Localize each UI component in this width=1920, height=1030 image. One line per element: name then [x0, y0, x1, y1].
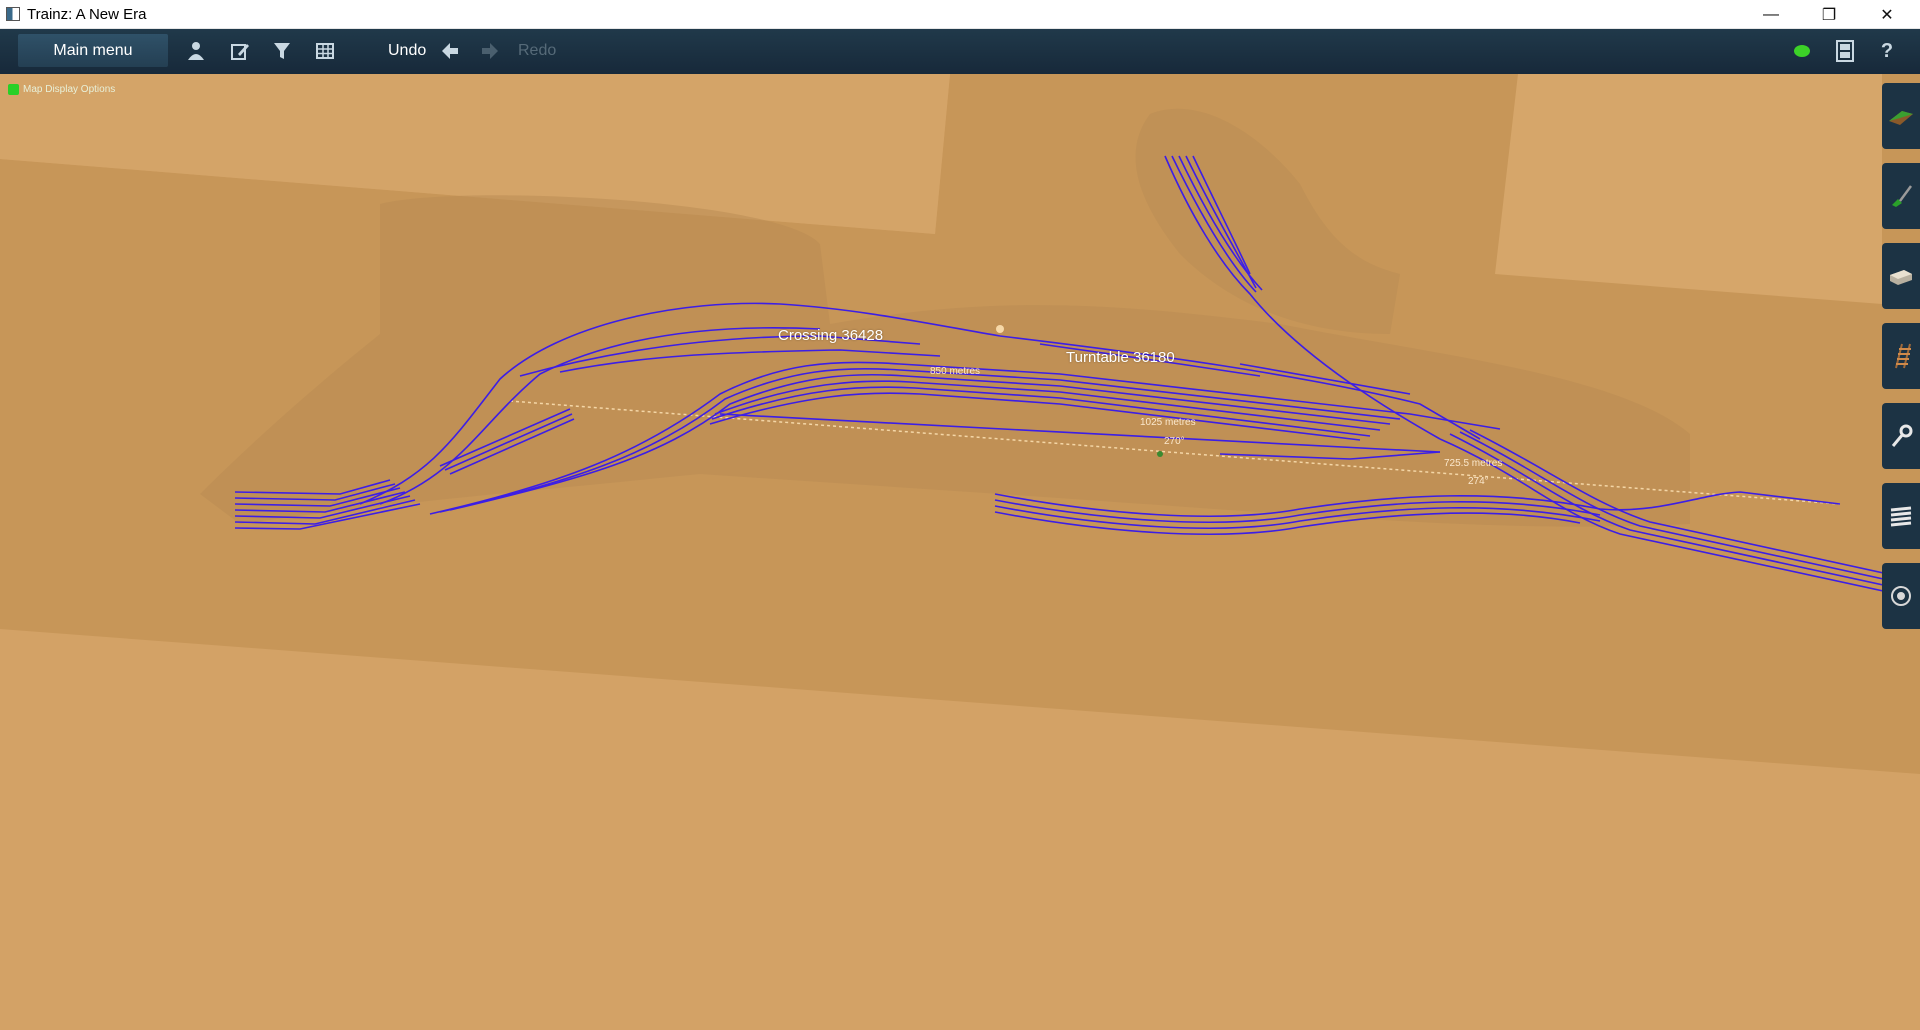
terrain-tool-icon[interactable] — [1882, 83, 1920, 149]
objects-tool-icon[interactable] — [1882, 243, 1920, 309]
settings-icon[interactable] — [1882, 563, 1920, 629]
tools-icon[interactable] — [1882, 403, 1920, 469]
map-options-label: Map Display Options — [23, 84, 116, 95]
turntable-label[interactable]: Turntable 36180 — [1066, 349, 1175, 366]
redo-arrow-icon[interactable] — [478, 39, 502, 63]
angle-label-1: 274° — [1468, 476, 1489, 487]
measure-label-2: 1025 metres — [1140, 417, 1196, 428]
grid-icon[interactable] — [313, 39, 337, 63]
layers-icon[interactable] — [1882, 483, 1920, 549]
help-icon[interactable]: ? — [1875, 39, 1899, 63]
film-icon[interactable] — [1833, 39, 1857, 63]
terrain-plateau-right — [1495, 74, 1882, 304]
undo-button[interactable]: Undo — [388, 42, 426, 60]
driver-icon[interactable] — [184, 39, 208, 63]
title-bar: Trainz: A New Era — ❐ ✕ — [0, 0, 1920, 29]
edit-icon[interactable] — [228, 39, 252, 63]
angle-label-2: 270° — [1164, 436, 1185, 447]
measure-label-3: 850 metres — [930, 366, 981, 377]
map-viewport[interactable]: Map Display Options Crossing 36428 Turnt… — [0, 74, 1920, 1030]
filter-icon[interactable] — [270, 39, 294, 63]
close-button[interactable]: ✕ — [1858, 0, 1916, 29]
measure-label-1: 725.5 metres — [1444, 458, 1503, 469]
main-menu-button[interactable]: Main menu — [18, 34, 168, 67]
minimize-button[interactable]: — — [1742, 0, 1800, 29]
undo-arrow-icon[interactable] — [438, 39, 462, 63]
junction-marker — [1157, 451, 1163, 457]
restore-button[interactable]: ❐ — [1800, 0, 1858, 29]
status-dot-icon[interactable] — [1790, 39, 1814, 63]
turntable-marker[interactable] — [996, 325, 1004, 333]
map-options-indicator — [8, 84, 19, 95]
track-tool-icon[interactable] — [1882, 323, 1920, 389]
map-display-options[interactable]: Map Display Options — [8, 84, 115, 95]
top-toolbar: Main menu Undo Redo ? — [0, 29, 1920, 74]
map-canvas[interactable] — [0, 74, 1920, 1030]
crossing-label[interactable]: Crossing 36428 — [778, 327, 883, 344]
redo-button[interactable]: Redo — [518, 42, 556, 60]
app-icon — [6, 7, 20, 21]
window-title: Trainz: A New Era — [27, 5, 147, 23]
paint-tool-icon[interactable] — [1882, 163, 1920, 229]
